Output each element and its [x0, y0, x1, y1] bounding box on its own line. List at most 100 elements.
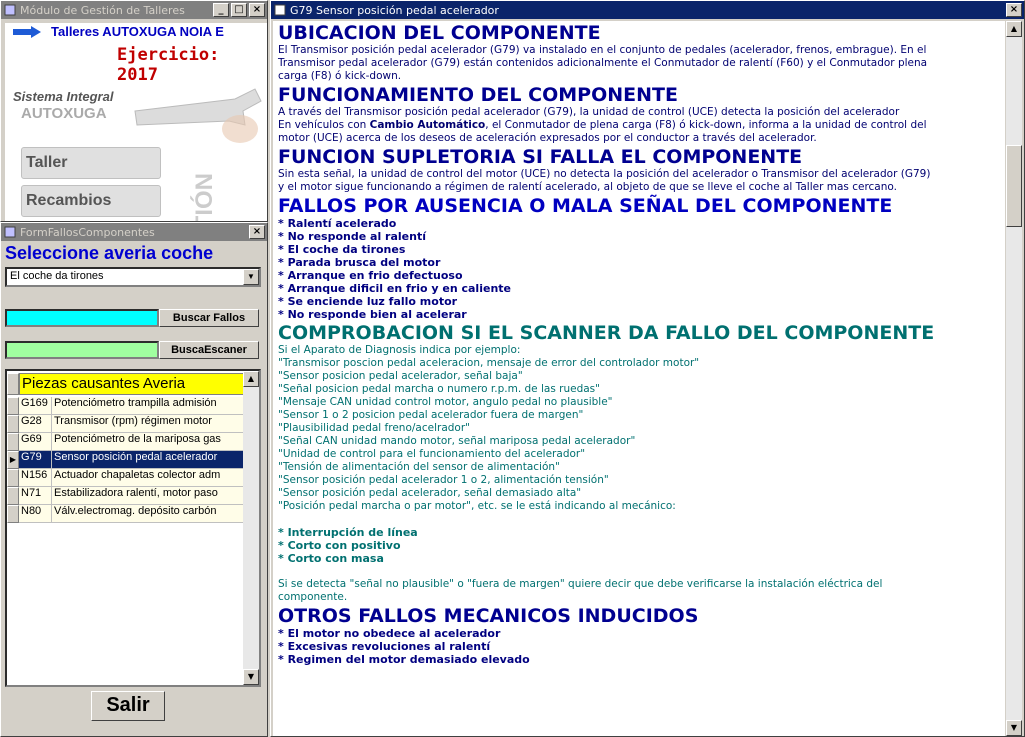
scanner-message: "Sensor posicion pedal acelerador, señal…	[278, 370, 523, 382]
row-desc: Potenciómetro trampilla admisión	[54, 397, 217, 409]
scroll-down-icon[interactable]: ▼	[1006, 720, 1022, 736]
arrow-right-icon	[13, 26, 41, 38]
scroll-up-icon[interactable]: ▲	[1006, 21, 1022, 37]
minimize-button[interactable]: _	[213, 3, 229, 17]
row-code: N80	[19, 505, 52, 522]
table-row[interactable]: G79 Sensor posición pedal acelerador	[19, 451, 245, 469]
text-span: En vehículos con	[278, 119, 370, 131]
vertical-watermark: TIÓN	[191, 173, 218, 221]
scanner-message: "Posición pedal marcha o par motor", etc…	[278, 500, 676, 512]
list-item: * Interrupción de línea	[278, 526, 418, 539]
row-code: G28	[19, 415, 52, 432]
main-body: Talleres AUTOXUGA NOIA E Ejercicio: 2017…	[5, 23, 267, 221]
list-item: * Corto con masa	[278, 552, 384, 565]
form-fallos-window: FormFallosComponentes × Seleccione averi…	[0, 222, 268, 737]
list-item: * Excesivas revoluciones al ralentí	[278, 640, 491, 653]
doc-titlebar[interactable]: G79 Sensor posición pedal acelerador ×	[271, 1, 1024, 19]
list-item: * No responde al ralentí	[278, 230, 426, 243]
paragraph: Transmisor pedal acelerador (G79) están …	[278, 57, 928, 69]
section-supletoria-title: FUNCION SUPLETORIA SI FALLA EL COMPONENT…	[278, 146, 803, 168]
row-desc: Estabilizadora ralentí, motor paso	[54, 487, 218, 499]
list-item: * Parada brusca del motor	[278, 256, 441, 269]
document-window: G79 Sensor posición pedal acelerador × U…	[270, 0, 1025, 737]
doc-close-button[interactable]: ×	[1006, 3, 1022, 17]
table-row[interactable]: N156 Actuador chapaletas colector adm	[19, 469, 245, 487]
row-desc: Sensor posición pedal acelerador	[54, 451, 218, 463]
row-desc: Actuador chapaletas colector adm	[54, 469, 221, 481]
paragraph: motor (UCE) acerca de los deseos de acel…	[278, 132, 817, 144]
combo-value: El coche da tirones	[10, 270, 104, 282]
section-funcionamiento-title: FUNCIONAMIENTO DEL COMPONENTE	[278, 84, 678, 106]
table-row[interactable]: G28 Transmisor (rpm) régimen motor	[19, 415, 245, 433]
list-item: * Ralentí acelerado	[278, 217, 397, 230]
table-row[interactable]: G169 Potenciómetro trampilla admisión	[19, 397, 245, 415]
row-indicator[interactable]	[7, 469, 19, 487]
doc-content: UBICACION DEL COMPONENTE El Transmisor p…	[273, 21, 1005, 736]
piezas-grid[interactable]: Piezas causantes Averia G169 Potenciómetr…	[5, 369, 261, 687]
list-item: * El coche da tirones	[278, 243, 406, 256]
scroll-down-icon[interactable]: ▼	[243, 669, 259, 685]
form-close-button[interactable]: ×	[249, 225, 265, 239]
list-item: * El motor no obedece al acelerador	[278, 627, 501, 640]
table-row[interactable]: N80 Válv.electromag. depósito carbón	[19, 505, 245, 523]
taller-button[interactable]: Taller	[21, 147, 161, 179]
scanner-message: "Tensión de alimentación del sensor de a…	[278, 461, 560, 473]
chevron-down-icon[interactable]: ▼	[243, 269, 259, 285]
averia-combo[interactable]: El coche da tirones ▼	[5, 267, 261, 287]
list-item: * Arranque dificil en frio y en caliente	[278, 282, 511, 295]
paragraph: y el motor sigue funcionando a régimen d…	[278, 181, 897, 193]
row-indicator[interactable]	[7, 397, 19, 415]
select-title: Seleccione averia coche	[5, 243, 214, 263]
busca-escaner-button[interactable]: BuscaEscaner	[159, 341, 259, 359]
row-indicator[interactable]	[7, 415, 19, 433]
scanner-message: "Señal posicion pedal marcha o numero r.…	[278, 383, 600, 395]
table-row[interactable]: G69 Potenciómetro de la mariposa gas	[19, 433, 245, 451]
scanner-message: "Mensaje CAN unidad control motor, angul…	[278, 396, 613, 408]
row-desc: Potenciómetro de la mariposa gas	[54, 433, 221, 445]
scanner-message: "Plausibilidad pedal freno/acelrador"	[278, 422, 470, 434]
form-title: FormFallosComponentes	[20, 225, 155, 239]
section-otros-title: OTROS FALLOS MECANICOS INDUCIDOS	[278, 605, 699, 627]
doc-title: G79 Sensor posición pedal acelerador	[290, 3, 499, 17]
list-item: * Regimen del motor demasiado elevado	[278, 653, 530, 666]
scanner-message: Si el Aparato de Diagnosis indica por ej…	[278, 344, 521, 356]
salir-button[interactable]: Salir	[91, 691, 165, 721]
form-titlebar[interactable]: FormFallosComponentes ×	[1, 223, 267, 241]
close-button[interactable]: ×	[249, 3, 265, 17]
doc-scrollbar[interactable]: ▲ ▼	[1006, 21, 1022, 736]
doc-icon	[273, 3, 287, 17]
section-scanner-title: COMPROBACION SI EL SCANNER DA FALLO DEL …	[278, 322, 935, 344]
row-code: G69	[19, 433, 52, 450]
grid-scrollbar[interactable]: ▲ ▼	[243, 371, 259, 685]
scanner-message: "Sensor posición pedal acelerador 1 o 2,…	[278, 474, 609, 486]
brand-label: AUTOXUGA	[21, 105, 107, 122]
list-item: * Se enciende luz fallo motor	[278, 295, 458, 308]
scanner-message: "Señal CAN unidad mando motor, señal mar…	[278, 435, 636, 447]
grid-header: Piezas causantes Averia	[19, 373, 245, 395]
ejercicio-label: Ejercicio: 2017	[117, 45, 220, 85]
list-item: * Arranque en frio defectuoso	[278, 269, 463, 282]
row-indicator[interactable]	[7, 487, 19, 505]
form-icon	[3, 225, 17, 239]
list-item: * No responde bien al acelerar	[278, 308, 467, 321]
row-code: G79	[19, 451, 52, 468]
app-icon	[3, 3, 17, 17]
main-window: Módulo de Gestión de Talleres _ □ × Tall…	[0, 0, 268, 222]
paragraph: A través del Transmisor posición pedal a…	[278, 106, 900, 118]
scanner-message: "Sensor 1 o 2 posicion pedal acelerador …	[278, 409, 584, 421]
row-desc: Válv.electromag. depósito carbón	[54, 505, 217, 517]
main-title: Módulo de Gestión de Talleres	[20, 3, 185, 17]
row-indicator[interactable]	[7, 505, 19, 523]
row-indicator[interactable]: ▶	[7, 451, 19, 469]
table-row[interactable]: N71 Estabilizadora ralentí, motor paso	[19, 487, 245, 505]
buscar-fallos-button[interactable]: Buscar Fallos	[159, 309, 259, 327]
company-name: Talleres AUTOXUGA NOIA E	[51, 24, 224, 39]
scroll-up-icon[interactable]: ▲	[243, 371, 259, 387]
row-indicator[interactable]	[7, 433, 19, 451]
maximize-button[interactable]: □	[231, 3, 247, 17]
scroll-thumb[interactable]	[1006, 145, 1022, 227]
row-code: N71	[19, 487, 52, 504]
fallos-progress	[5, 309, 159, 327]
main-titlebar[interactable]: Módulo de Gestión de Talleres _ □ ×	[1, 1, 267, 19]
recambios-button[interactable]: Recambios	[21, 185, 161, 217]
